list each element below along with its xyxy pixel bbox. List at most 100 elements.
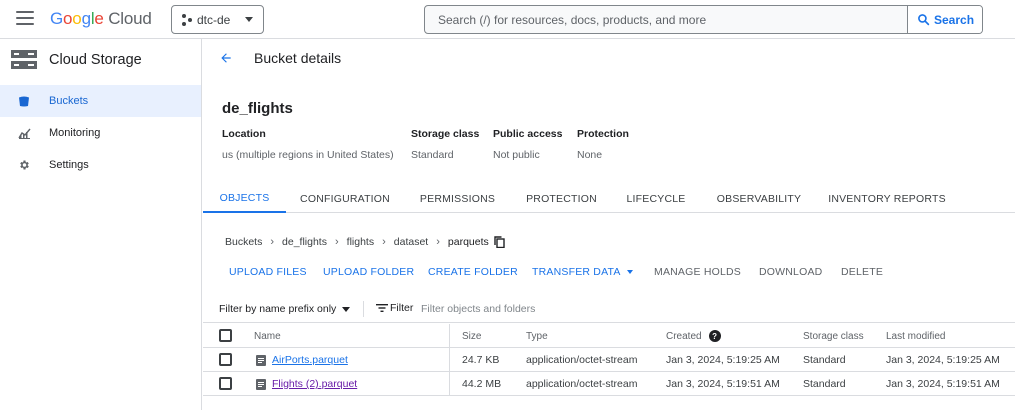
caret-down-icon	[342, 306, 351, 312]
type-cell: application/octet-stream	[526, 354, 638, 366]
bucket-icon	[17, 94, 31, 108]
sidebar-item-monitoring[interactable]: Monitoring	[0, 117, 201, 149]
name-cell: Flights (2).parquet	[256, 372, 357, 396]
filter-input[interactable]	[421, 299, 721, 319]
breadcrumb: Buckets › de_flights › flights › dataset…	[225, 236, 505, 248]
search-button-label: Search	[934, 12, 975, 27]
created-cell: Jan 3, 2024, 5:19:51 AM	[666, 378, 780, 390]
search-icon	[918, 14, 930, 26]
storage-class-cell: Standard	[803, 354, 846, 366]
sidebar-item-label: Settings	[49, 159, 89, 171]
download-button[interactable]: DOWNLOAD	[759, 266, 822, 278]
file-icon	[256, 354, 266, 366]
page-title: Bucket details	[254, 50, 342, 66]
bucket-name: de_flights	[222, 100, 293, 117]
storage-class-cell: Standard	[803, 378, 846, 390]
col-name[interactable]: Name	[254, 324, 281, 348]
tab-permissions[interactable]: PERMISSIONS	[414, 184, 501, 213]
copy-icon[interactable]	[494, 236, 505, 248]
tab-configuration[interactable]: CONFIGURATION	[294, 184, 396, 213]
col-last-modified[interactable]: Last modified	[886, 324, 945, 348]
search-button[interactable]: Search	[907, 6, 982, 33]
gear-icon	[17, 158, 31, 172]
meta-public-access: Public access Not public	[493, 128, 563, 161]
chevron-right-icon: ›	[382, 236, 386, 248]
table-header: Name Size Type Created? Storage class La…	[203, 324, 1015, 348]
product-title: Cloud Storage	[49, 52, 142, 68]
chevron-right-icon: ›	[334, 236, 339, 248]
transfer-data-button[interactable]: TRANSFER DATA	[532, 266, 633, 278]
help-icon[interactable]: ?	[708, 330, 721, 342]
sidebar-item-label: Buckets	[49, 95, 89, 107]
top-bar: Google Cloud dtc-de Search	[0, 0, 1015, 39]
tab-objects[interactable]: OBJECTS	[203, 184, 286, 213]
filter-prefix-label: Filter by name prefix only	[219, 303, 337, 315]
meta-protection: Protection None	[577, 128, 629, 161]
breadcrumb-buckets[interactable]: Buckets	[225, 236, 262, 248]
tab-lifecycle[interactable]: LIFECYCLE	[621, 184, 691, 213]
last-modified-cell: Jan 3, 2024, 5:19:51 AM	[886, 378, 1000, 390]
create-folder-button[interactable]: CREATE FOLDER	[428, 266, 518, 278]
project-icon	[182, 13, 192, 26]
project-selector[interactable]: dtc-de	[171, 5, 264, 34]
sidebar-item-settings[interactable]: Settings	[0, 149, 201, 181]
select-all-checkbox[interactable]	[219, 329, 232, 342]
meta-location: Location us (multiple regions in United …	[222, 128, 394, 161]
filter-icon	[376, 304, 388, 312]
transfer-data-label: TRANSFER DATA	[532, 266, 621, 278]
col-created[interactable]: Created?	[666, 324, 721, 348]
filter-prefix-dropdown[interactable]: Filter by name prefix only	[219, 303, 351, 315]
tab-bar: OBJECTS CONFIGURATION PERMISSIONS PROTEC…	[203, 184, 1015, 213]
row-checkbox[interactable]	[219, 353, 232, 366]
last-modified-cell: Jan 3, 2024, 5:19:25 AM	[886, 354, 1000, 366]
file-icon	[256, 378, 266, 390]
col-type[interactable]: Type	[526, 324, 548, 348]
manage-holds-button[interactable]: MANAGE HOLDS	[654, 266, 741, 278]
search-box: Search	[424, 5, 983, 34]
sidebar-item-buckets[interactable]: Buckets	[0, 85, 201, 117]
upload-files-button[interactable]: UPLOAD FILES	[229, 266, 307, 278]
main-content: Bucket details de_flights Location us (m…	[203, 39, 1015, 410]
page-header: Bucket details	[203, 39, 1015, 79]
chevron-right-icon: ›	[270, 236, 275, 248]
back-arrow-icon[interactable]	[219, 51, 233, 65]
divider	[363, 301, 364, 317]
size-cell: 24.7 KB	[462, 354, 500, 366]
menu-icon[interactable]	[16, 11, 34, 25]
delete-button[interactable]: DELETE	[841, 266, 883, 278]
breadcrumb-parquets: parquets	[447, 236, 489, 248]
chevron-down-icon	[245, 17, 253, 22]
col-storage-class[interactable]: Storage class	[803, 324, 864, 348]
row-checkbox[interactable]	[219, 377, 232, 390]
breadcrumb-flights[interactable]: flights	[347, 236, 374, 248]
storage-icon	[11, 50, 37, 69]
created-cell: Jan 3, 2024, 5:19:25 AM	[666, 354, 780, 366]
breadcrumb-dataset[interactable]: dataset	[394, 236, 428, 248]
object-link[interactable]: AirPorts.parquet	[272, 354, 348, 366]
left-nav: Cloud Storage Buckets Monitoring Setting…	[0, 39, 202, 410]
type-cell: application/octet-stream	[526, 378, 638, 390]
search-input[interactable]	[425, 6, 907, 33]
col-size[interactable]: Size	[462, 324, 481, 348]
size-cell: 44.2 MB	[462, 378, 502, 390]
tab-inventory-reports[interactable]: INVENTORY REPORTS	[825, 184, 949, 213]
table-row: Flights (2).parquet 44.2 MB application/…	[203, 372, 1015, 396]
tab-observability[interactable]: OBSERVABILITY	[710, 184, 808, 213]
filter-bar: Filter by name prefix only Filter	[203, 295, 1015, 323]
breadcrumb-de-flights[interactable]: de_flights	[282, 236, 327, 248]
project-name: dtc-de	[197, 12, 231, 27]
sidebar-item-label: Monitoring	[49, 127, 101, 139]
product-header: Cloud Storage	[11, 50, 142, 70]
filter-button[interactable]: Filter	[376, 302, 413, 314]
object-link[interactable]: Flights (2).parquet	[272, 378, 357, 390]
caret-down-icon	[626, 270, 633, 275]
table-row: AirPorts.parquet 24.7 KB application/oct…	[203, 348, 1015, 372]
meta-storage-class: Storage class Standard	[411, 128, 480, 161]
upload-folder-button[interactable]: UPLOAD FOLDER	[323, 266, 414, 278]
chart-icon	[17, 126, 31, 140]
google-cloud-logo[interactable]: Google Cloud	[50, 9, 152, 29]
filter-label: Filter	[390, 302, 414, 314]
name-cell: AirPorts.parquet	[256, 348, 348, 372]
tab-protection[interactable]: PROTECTION	[520, 184, 603, 213]
chevron-right-icon: ›	[436, 236, 440, 248]
